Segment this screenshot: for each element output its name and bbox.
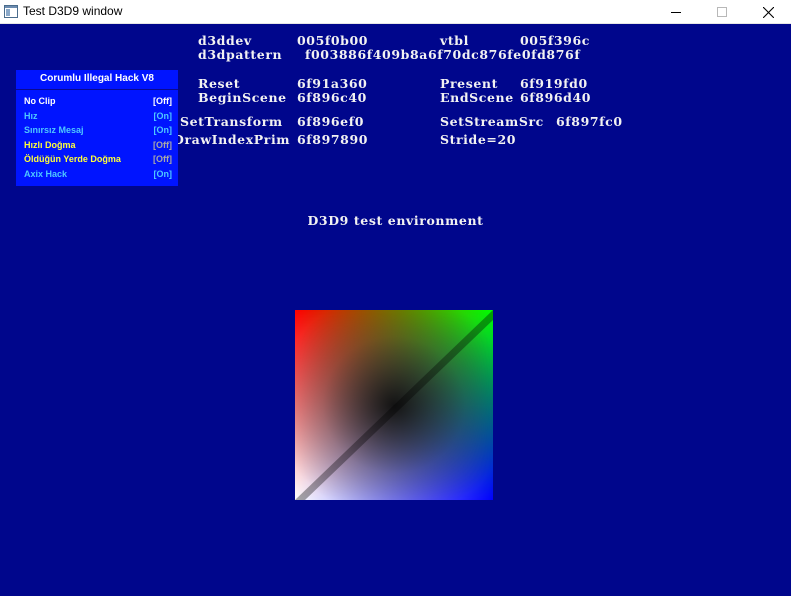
beginscene-label: BeginScene bbox=[198, 90, 287, 105]
hack-item-label: Hız bbox=[24, 110, 38, 121]
close-button[interactable] bbox=[745, 0, 791, 24]
hack-item-state[interactable]: [Off] bbox=[153, 95, 172, 108]
vtbl-label: vtbl bbox=[440, 33, 469, 48]
minimize-button[interactable] bbox=[653, 0, 699, 24]
present-value: 6f919fd0 bbox=[520, 76, 588, 91]
hack-item-hizli-dogma[interactable]: Hızlı Doğma [Off] bbox=[24, 139, 172, 152]
hack-item-label: Sınırsız Mesaj bbox=[24, 125, 84, 135]
drawindexprim-label: DrawIndexPrim bbox=[173, 132, 291, 147]
minimize-icon bbox=[671, 12, 681, 13]
maximize-icon bbox=[717, 7, 727, 17]
close-icon bbox=[762, 6, 774, 18]
endscene-label: EndScene bbox=[440, 90, 514, 105]
settransform-label: SetTransform bbox=[180, 114, 283, 129]
drawindexprim-value: 6f897890 bbox=[297, 132, 369, 147]
d3ddev-label: d3ddev bbox=[198, 33, 252, 48]
d3dpattern-value: f003886f409b8a6f70dc876fe0fd876f bbox=[305, 47, 581, 62]
hack-item-axix-hack[interactable]: Axix Hack [On] bbox=[24, 168, 172, 181]
hack-item-state[interactable]: [Off] bbox=[153, 153, 172, 166]
gradient-quad bbox=[295, 310, 493, 500]
hack-item-state[interactable]: [On] bbox=[154, 168, 173, 181]
d3ddev-value: 005f0b00 bbox=[297, 33, 369, 48]
window-title: Test D3D9 window bbox=[23, 4, 123, 18]
hack-item-sinirsiz-mesaj[interactable]: Sınırsız Mesaj [On] bbox=[24, 124, 172, 137]
d3dpattern-label: d3dpattern bbox=[198, 47, 283, 62]
reset-value: 6f91a360 bbox=[297, 76, 368, 91]
settransform-value: 6f896ef0 bbox=[297, 114, 364, 129]
hack-menu-panel[interactable]: Corumlu Illegal Hack V8 No Clip [Off] Hız [… bbox=[16, 70, 178, 186]
hack-item-label: Axix Hack bbox=[24, 168, 68, 179]
window-app-icon bbox=[4, 5, 18, 18]
endscene-value: 6f896d40 bbox=[520, 90, 592, 105]
scene-label: D3D9 test environment bbox=[307, 213, 484, 228]
hack-item-oldugun-yerde-dogma[interactable]: Öldüğün Yerde Doğma [Off] bbox=[24, 153, 172, 166]
hack-item-no-clip[interactable]: No Clip [Off] bbox=[24, 95, 172, 108]
vtbl-value: 005f396c bbox=[520, 33, 590, 48]
setstreamsrc-label: SetStreamSrc bbox=[440, 114, 544, 129]
hack-item-state[interactable]: [On] bbox=[154, 124, 173, 137]
present-label: Present bbox=[440, 76, 498, 91]
stride-text: Stride=20 bbox=[440, 132, 517, 147]
maximize-button[interactable] bbox=[699, 0, 745, 24]
hack-item-state[interactable]: [Off] bbox=[153, 139, 172, 152]
hack-menu-title: Corumlu Illegal Hack V8 bbox=[16, 70, 178, 90]
d3d9-render-area[interactable]: d3ddev 005f0b00 vtbl 005f396c d3dpattern… bbox=[0, 24, 791, 596]
reset-label: Reset bbox=[198, 76, 241, 91]
hack-item-hiz[interactable]: Hız [On] bbox=[24, 110, 172, 123]
title-bar[interactable]: Test D3D9 window bbox=[0, 0, 791, 24]
setstreamsrc-value: 6f897fc0 bbox=[556, 114, 623, 129]
hack-item-label: No Clip bbox=[24, 96, 56, 106]
hack-item-state[interactable]: [On] bbox=[154, 110, 173, 123]
hack-item-label: Hızlı Doğma bbox=[24, 139, 76, 150]
hack-item-label: Öldüğün Yerde Doğma bbox=[24, 154, 121, 164]
beginscene-value: 6f896c40 bbox=[297, 90, 367, 105]
